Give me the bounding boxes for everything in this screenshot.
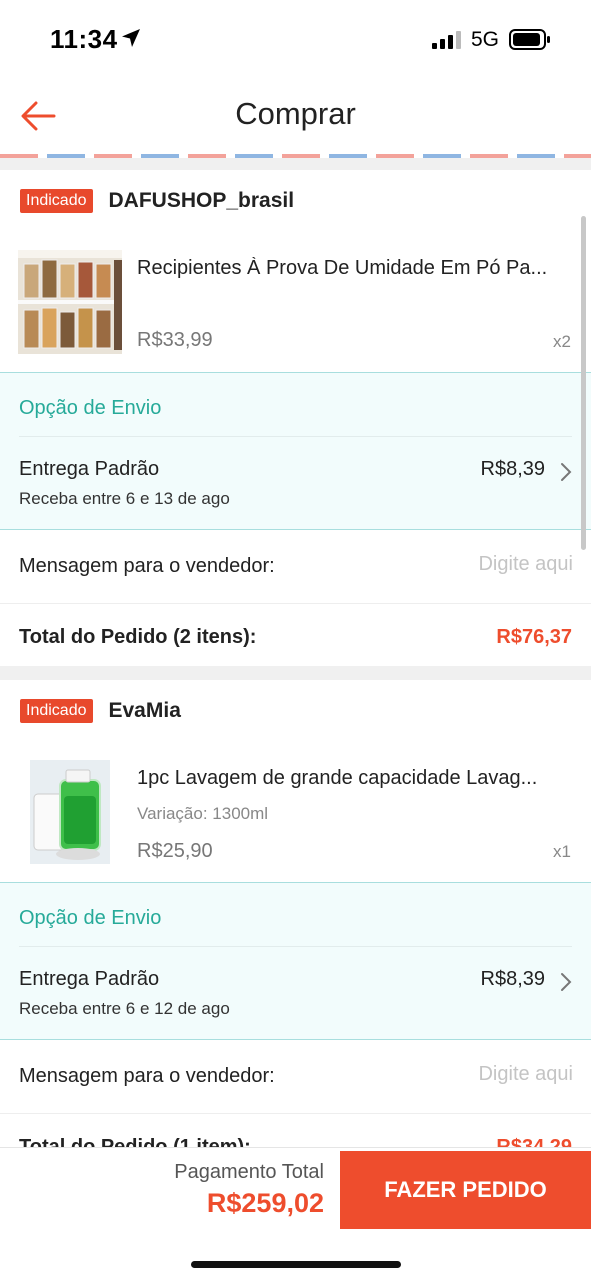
shipping-method: Entrega Padrão	[19, 968, 160, 990]
product-quantity: x2	[553, 332, 571, 351]
product-name[interactable]: Recipientes À Prova De Umidade Em Pó Pa.…	[137, 257, 577, 280]
status-time: 11:34	[50, 24, 118, 54]
order-card: Indicado EvaMia 1pc Lavagem de grande ca…	[0, 680, 591, 1158]
scrollbar[interactable]	[581, 216, 586, 550]
shipping-date: Receba entre 6 e 13 de ago	[19, 489, 230, 508]
shipping-price: R$8,39	[480, 968, 546, 990]
shipping-title: Opção de Envio	[19, 397, 162, 419]
seller-message-label: Mensagem para o vendedor:	[19, 1065, 275, 1087]
signal-icon	[432, 31, 461, 49]
divider	[19, 946, 572, 947]
shipping-method: Entrega Padrão	[19, 458, 160, 480]
product-price: R$25,90	[137, 840, 213, 862]
shipping-price: R$8,39	[480, 458, 546, 480]
shop-header[interactable]: Indicado DAFUSHOP_brasil	[20, 186, 294, 216]
product-price: R$33,99	[137, 329, 213, 351]
place-order-button[interactable]: FAZER PEDIDO	[340, 1151, 591, 1229]
order-card: Indicado DAFUSHOP_brasil Recipientes À P…	[0, 170, 591, 666]
home-indicator[interactable]	[191, 1261, 401, 1268]
checkout-page: 11:34 5G Comprar Indicado DAFUSHOP_brasi…	[0, 0, 591, 1280]
seller-message-input[interactable]	[373, 553, 573, 576]
product-quantity: x1	[553, 842, 571, 861]
chevron-right-icon	[561, 973, 572, 991]
status-bar: 11:34 5G	[0, 0, 591, 76]
seller-message-label: Mensagem para o vendedor:	[19, 555, 275, 577]
order-total-value: R$76,37	[496, 626, 572, 648]
shipping-date: Receba entre 6 e 12 de ago	[19, 999, 230, 1018]
seller-message-row: Mensagem para o vendedor:	[0, 530, 591, 604]
indicado-badge: Indicado	[20, 189, 93, 213]
shipping-option[interactable]: Opção de Envio Entrega Padrão Receba ent…	[0, 882, 591, 1040]
shop-name: EvaMia	[108, 699, 181, 722]
indicado-badge: Indicado	[20, 699, 93, 723]
shop-name: DAFUSHOP_brasil	[108, 189, 295, 212]
airmail-divider	[0, 154, 591, 158]
product-name[interactable]: 1pc Lavagem de grande capacidade Lavag..…	[137, 767, 577, 790]
shipping-title: Opção de Envio	[19, 907, 162, 929]
divider	[19, 436, 572, 437]
checkout-bottom-bar: Pagamento Total R$259,02 FAZER PEDIDO	[0, 1147, 591, 1280]
header: Comprar	[0, 76, 591, 156]
page-title: Comprar	[235, 96, 356, 131]
chevron-right-icon	[561, 463, 572, 481]
product-image[interactable]	[18, 250, 122, 354]
product-image[interactable]	[30, 760, 110, 864]
payment-total-label: Pagamento Total	[174, 1161, 324, 1183]
shipping-option[interactable]: Opção de Envio Entrega Padrão Receba ent…	[0, 372, 591, 530]
payment-total-value: R$259,02	[206, 1188, 324, 1218]
product-variation: Variação: 1300ml	[137, 804, 269, 823]
location-arrow-icon	[122, 29, 140, 47]
seller-message-input[interactable]	[373, 1063, 573, 1086]
shop-header[interactable]: Indicado EvaMia	[20, 696, 181, 726]
order-total-label: Total do Pedido (2 itens):	[19, 626, 257, 648]
order-total-row: Total do Pedido (2 itens): R$76,37	[0, 606, 591, 668]
network-label: 5G	[471, 28, 500, 51]
seller-message-row: Mensagem para o vendedor:	[0, 1040, 591, 1114]
battery-icon	[509, 29, 550, 50]
